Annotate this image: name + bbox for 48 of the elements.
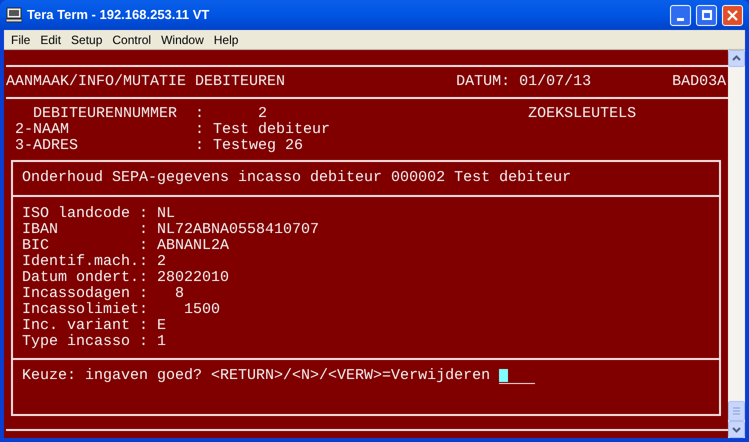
menu-item[interactable]: Help: [208, 30, 244, 48]
cursor-icon: [499, 369, 508, 382]
scroll-down-icon[interactable]: [728, 421, 745, 438]
field-label: Type incasso :: [22, 334, 150, 350]
field-label: 2-NAAM: [15, 122, 70, 138]
prompt-text: Keuze: ingaven goed? <RETURN>/<N>/<VERW>=Verwijderen: [22, 368, 490, 384]
field-label: Incassolimiet:: [22, 302, 150, 318]
field-value: NL: [157, 206, 176, 222]
terminal-icon: [6, 7, 22, 23]
date-label: DATUM: 01/07/13: [456, 74, 592, 90]
field-label: Inc. variant :: [22, 318, 150, 334]
menu-item[interactable]: Window: [156, 30, 209, 48]
window-title: Tera Term - 192.168.253.11 VT: [27, 6, 210, 24]
menu-item[interactable]: Edit: [35, 30, 66, 48]
field-value: 2: [157, 254, 166, 270]
field-value: E: [157, 318, 166, 334]
menu-item[interactable]: Setup: [66, 30, 108, 48]
dialog-title: Onderhoud SEPA-gegevens incasso debiteur 000002 Test debiteur: [22, 170, 572, 186]
search-keys-label: ZOEKSLEUTELS: [528, 106, 636, 122]
field-value: : 2: [195, 106, 268, 122]
close-icon: [727, 10, 738, 20]
scroll-thumb-icon[interactable]: [728, 401, 745, 421]
menu-item[interactable]: Control: [107, 30, 156, 48]
field-value: : Testweg 26: [195, 138, 304, 154]
field-value: 1500: [183, 302, 220, 318]
scrollbar[interactable]: [728, 50, 745, 438]
field-label: BIC :: [22, 238, 150, 254]
field-value: ABNANL2A: [157, 238, 230, 254]
field-value: : Test debiteur: [195, 122, 330, 138]
field-label: 3-ADRES: [15, 138, 80, 154]
scroll-up-icon[interactable]: [728, 50, 745, 67]
field-label: DEBITEURENNUMMER: [33, 106, 178, 122]
field-value: 8: [174, 286, 184, 302]
field-label: IBAN :: [22, 222, 150, 238]
close-button[interactable]: [722, 4, 743, 26]
field-label: Incassodagen :: [22, 286, 150, 302]
screen-code: BAD03A: [672, 74, 726, 90]
minimize-button[interactable]: [670, 4, 691, 26]
field-label: ISO landcode :: [22, 206, 150, 222]
screen-title: AANMAAK/INFO/MUTATIE DEBITEUREN: [6, 74, 286, 90]
field-label: Datum ondert.:: [22, 270, 150, 286]
field-label: Identif.mach.:: [22, 254, 150, 270]
menu-item[interactable]: File: [6, 30, 36, 48]
field-value: NL72ABNA0558410707: [157, 222, 320, 238]
field-value: 28022010: [157, 270, 230, 286]
maximize-button[interactable]: [696, 4, 717, 26]
field-value: 1: [157, 334, 166, 350]
input-field[interactable]: [499, 369, 536, 384]
